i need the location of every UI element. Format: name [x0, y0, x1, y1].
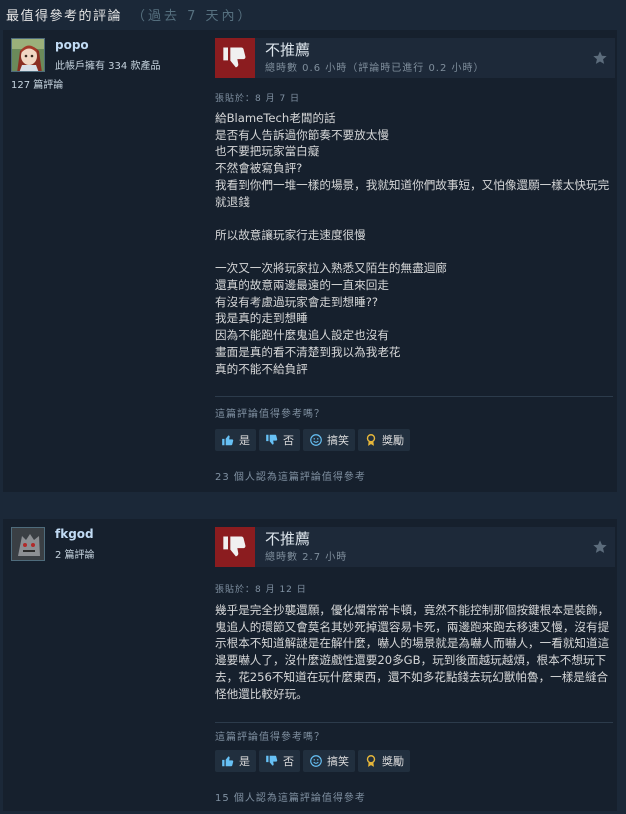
award-label: 獎勵 — [382, 755, 404, 768]
vote-funny-button[interactable]: 搞笑 — [303, 750, 355, 772]
vote-no-label: 否 — [283, 434, 294, 447]
review-card: fkgod 2 篇評論 不推薦 總時數 2.7 小時 張貼於：8 月 12 日 … — [3, 519, 617, 811]
vote-buttons: 是 否 搞笑 獎勵 — [215, 750, 413, 772]
found-helpful: 23 個人認為這篇評論值得參考 — [215, 472, 366, 483]
review-count[interactable]: 2 篇評論 — [55, 546, 95, 561]
thumbs-down-icon — [264, 754, 279, 769]
star-icon[interactable] — [591, 538, 609, 556]
vote-yes-button[interactable]: 是 — [215, 750, 256, 772]
vote-yes-button[interactable]: 是 — [215, 429, 256, 451]
thumbs-down-icon — [215, 38, 255, 78]
avatar[interactable] — [11, 38, 45, 72]
award-button[interactable]: 獎勵 — [358, 429, 410, 451]
vote-no-label: 否 — [283, 755, 294, 768]
divider — [215, 396, 613, 397]
thumbs-down-icon — [215, 527, 255, 567]
award-label: 獎勵 — [382, 434, 404, 447]
divider — [215, 722, 613, 723]
vote-funny-label: 搞笑 — [327, 434, 349, 447]
posted-date: 張貼於：8 月 12 日 — [215, 585, 307, 595]
helpful-question: 這篇評論值得參考嗎？ — [215, 409, 325, 420]
author-name[interactable]: fkgod — [55, 527, 94, 541]
review-text: 給BlameTech老闆的話 是否有人告訴過你節奏不要放太慢 也不要把玩家當白癡… — [215, 111, 610, 376]
section-title: 最值得參考的評論 — [6, 9, 123, 24]
vote-no-button[interactable]: 否 — [259, 750, 300, 772]
vote-no-button[interactable]: 否 — [259, 429, 300, 451]
star-icon[interactable] — [591, 49, 609, 67]
vote-header[interactable]: 不推薦 總時數 2.7 小時 — [215, 527, 615, 567]
vote-yes-label: 是 — [239, 755, 250, 768]
review-card: popo 此帳戶擁有 334 款產品 127 篇評論 不推薦 總時數 0.6 小… — [3, 30, 617, 492]
thumbs-down-icon — [264, 433, 279, 448]
section-header: 最值得參考的評論 （過去 7 天內） — [6, 5, 254, 25]
playtime: 總時數 0.6 小時（評論時已進行 0.2 小時） — [265, 63, 485, 74]
recommendation-title: 不推薦 — [265, 530, 311, 548]
author-name[interactable]: popo — [55, 38, 89, 52]
vote-funny-label: 搞笑 — [327, 755, 349, 768]
smiley-icon — [308, 433, 323, 448]
found-helpful: 15 個人認為這篇評論值得參考 — [215, 793, 366, 804]
section-range: （過去 7 天內） — [132, 9, 254, 24]
vote-buttons: 是 否 搞笑 獎勵 — [215, 429, 413, 451]
products-owned[interactable]: 此帳戶擁有 334 款產品 — [55, 57, 160, 72]
playtime: 總時數 2.7 小時 — [265, 552, 348, 563]
vote-funny-button[interactable]: 搞笑 — [303, 429, 355, 451]
thumbs-up-icon — [220, 754, 235, 769]
posted-date: 張貼於：8 月 7 日 — [215, 94, 301, 104]
review-count[interactable]: 127 篇評論 — [11, 76, 63, 91]
thumbs-up-icon — [220, 433, 235, 448]
vote-header[interactable]: 不推薦 總時數 0.6 小時（評論時已進行 0.2 小時） — [215, 38, 615, 78]
helpful-question: 這篇評論值得參考嗎？ — [215, 732, 325, 743]
recommendation-title: 不推薦 — [265, 41, 311, 59]
award-button[interactable]: 獎勵 — [358, 750, 410, 772]
award-icon — [363, 433, 378, 448]
vote-yes-label: 是 — [239, 434, 250, 447]
review-text: 幾乎是完全抄襲還願，優化爛常常卡頓，竟然不能控制那個按鍵根本是裝飾，鬼追人的環節… — [215, 603, 610, 701]
award-icon — [363, 754, 378, 769]
avatar[interactable] — [11, 527, 45, 561]
smiley-icon — [308, 754, 323, 769]
